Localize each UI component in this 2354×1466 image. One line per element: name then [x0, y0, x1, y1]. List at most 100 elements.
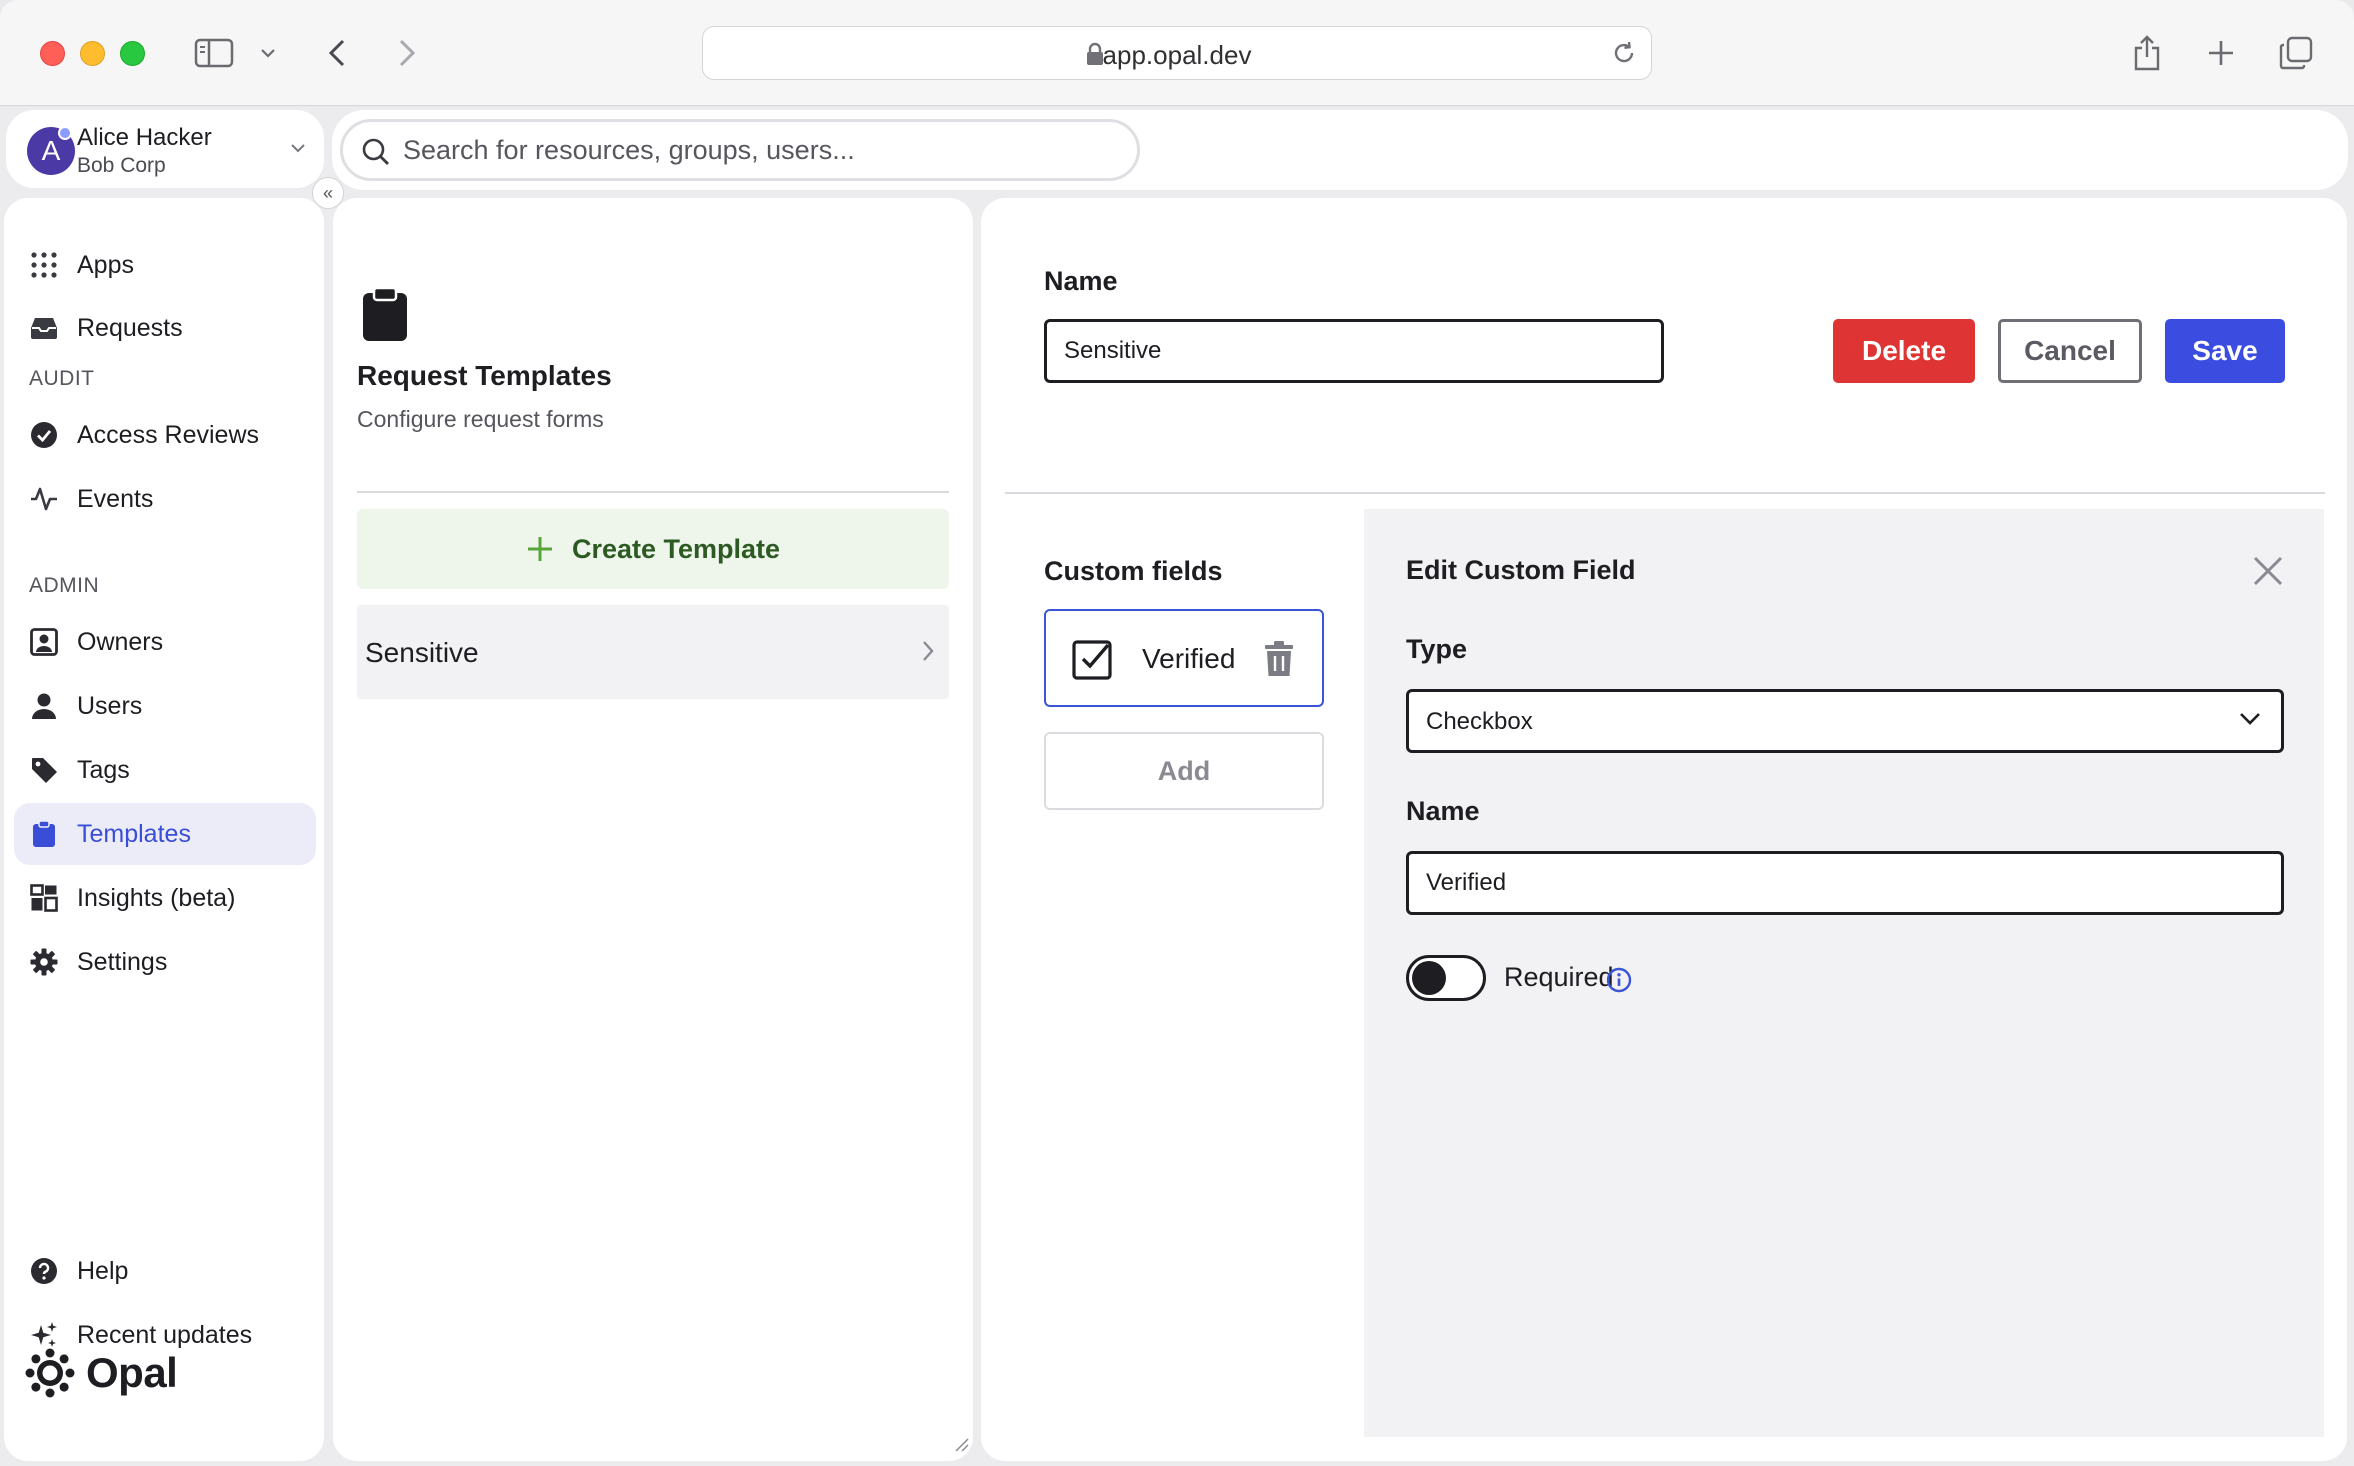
chevron-down-icon — [290, 140, 306, 158]
sidebar-item-label: Events — [77, 484, 154, 513]
sidebar-item-settings[interactable]: Settings — [14, 931, 316, 993]
template-editor-panel: Name Delete Cancel Save Custom fields Ve… — [981, 198, 2347, 1461]
sidebar-toggle-icon[interactable] — [192, 28, 236, 78]
browser-chrome: app.opal.dev — [0, 0, 2354, 106]
status-dot — [58, 126, 72, 140]
type-select-value: Checkbox — [1426, 708, 1533, 735]
close-icon[interactable] — [2252, 555, 2284, 592]
share-icon[interactable] — [2130, 28, 2164, 78]
sidebar-item-label: Help — [77, 1256, 129, 1285]
sidebar-item-tags[interactable]: Tags — [14, 739, 316, 801]
required-toggle[interactable] — [1406, 955, 1486, 1001]
clipboard-icon — [30, 820, 58, 848]
app-shell: A Alice Hacker Bob Corp « Apps Reques — [0, 107, 2354, 1466]
trash-icon[interactable] — [1262, 640, 1296, 683]
toggle-knob — [1412, 961, 1446, 995]
sidebar-item-label: Templates — [77, 819, 191, 848]
custom-field-item[interactable]: Verified — [1044, 609, 1324, 707]
name-label: Name — [1044, 266, 1118, 296]
section-label-admin: ADMIN — [29, 574, 100, 597]
clipboard-icon — [361, 286, 409, 347]
required-label: Required — [1504, 962, 1614, 992]
edit-custom-field-title: Edit Custom Field — [1406, 555, 1636, 585]
custom-field-name: Verified — [1142, 643, 1236, 674]
cancel-button[interactable]: Cancel — [1998, 319, 2142, 383]
templates-panel: Request Templates Configure request form… — [333, 198, 973, 1461]
reload-icon[interactable] — [1611, 40, 1637, 71]
help-icon — [30, 1257, 58, 1285]
sidebar: Apps Requests AUDIT Access Reviews Event… — [4, 198, 324, 1461]
type-label: Type — [1406, 634, 1468, 664]
insights-icon — [30, 884, 58, 912]
search-box[interactable] — [340, 119, 1140, 181]
delete-button[interactable]: Delete — [1833, 319, 1975, 383]
check-circle-icon — [30, 421, 58, 449]
collapse-sidebar-button[interactable]: « — [312, 177, 344, 209]
sidebar-item-label: Apps — [77, 250, 134, 279]
gear-icon — [30, 948, 58, 976]
section-label-audit: AUDIT — [29, 367, 95, 390]
edit-custom-field-pane: Edit Custom Field Type Checkbox Name Req… — [1364, 509, 2324, 1437]
chevron-down-icon[interactable] — [256, 28, 280, 78]
page-subtitle: Configure request forms — [357, 406, 604, 432]
plus-icon — [527, 537, 552, 561]
type-select[interactable]: Checkbox — [1406, 689, 2284, 753]
save-button[interactable]: Save — [2165, 319, 2285, 383]
sidebar-item-label: Insights (beta) — [77, 883, 236, 912]
chevron-down-icon — [2239, 712, 2261, 731]
template-name-input[interactable] — [1047, 322, 1661, 380]
divider — [1005, 492, 2325, 494]
resize-handle-icon[interactable] — [953, 1436, 969, 1457]
opal-logo: Opal — [24, 1347, 178, 1399]
brand-name: Opal — [86, 1349, 178, 1396]
owner-badge-icon — [30, 628, 58, 656]
field-name-field[interactable] — [1406, 851, 2284, 915]
add-custom-field-button[interactable]: Add — [1044, 732, 1324, 810]
list-item[interactable]: Sensitive — [357, 605, 949, 699]
custom-fields-label: Custom fields — [1044, 556, 1223, 586]
sidebar-item-apps[interactable]: Apps — [14, 234, 316, 296]
divider — [357, 491, 949, 493]
sidebar-item-label: Access Reviews — [77, 420, 259, 449]
back-icon[interactable] — [322, 28, 352, 78]
sidebar-item-events[interactable]: Events — [14, 468, 316, 530]
address-bar[interactable]: app.opal.dev — [702, 26, 1652, 80]
info-icon[interactable] — [1606, 967, 1632, 998]
zoom-window-button[interactable] — [120, 41, 145, 66]
sidebar-item-help[interactable]: Help — [14, 1240, 316, 1302]
page-title: Request Templates — [357, 360, 612, 391]
sidebar-item-access-reviews[interactable]: Access Reviews — [14, 404, 316, 466]
user-org: Bob Corp — [77, 154, 166, 177]
sidebar-item-insights[interactable]: Insights (beta) — [14, 867, 316, 929]
checkbox-icon — [1072, 637, 1116, 686]
search-bar-container — [332, 110, 2348, 190]
tag-icon — [30, 756, 58, 784]
create-template-button[interactable]: Create Template — [357, 509, 949, 589]
template-name-field[interactable] — [1044, 319, 1664, 383]
sidebar-item-label: Owners — [77, 627, 164, 656]
close-window-button[interactable] — [40, 41, 65, 66]
sidebar-item-label: Tags — [77, 755, 130, 784]
url-text: app.opal.dev — [1102, 40, 1252, 70]
apps-grid-icon — [30, 251, 58, 279]
chevron-right-icon — [921, 639, 935, 668]
tab-overview-icon[interactable] — [2278, 28, 2314, 78]
forward-icon[interactable] — [392, 28, 422, 78]
sidebar-item-templates[interactable]: Templates — [14, 803, 316, 865]
field-name-label: Name — [1406, 796, 1480, 826]
user-name: Alice Hacker — [77, 124, 212, 151]
sidebar-item-label: Recent updates — [77, 1320, 253, 1349]
template-name: Sensitive — [365, 637, 479, 668]
sidebar-item-label: Requests — [77, 313, 183, 342]
new-tab-icon[interactable] — [2204, 28, 2238, 78]
sidebar-item-requests[interactable]: Requests — [14, 297, 316, 359]
minimize-window-button[interactable] — [80, 41, 105, 66]
activity-icon — [30, 485, 58, 513]
field-name-input[interactable] — [1409, 854, 2281, 912]
search-input[interactable] — [403, 132, 1103, 168]
user-switcher[interactable]: A Alice Hacker Bob Corp — [6, 110, 324, 188]
inbox-icon — [30, 314, 58, 342]
sidebar-item-label: Users — [77, 691, 143, 720]
sidebar-item-owners[interactable]: Owners — [14, 611, 316, 673]
sidebar-item-users[interactable]: Users — [14, 675, 316, 737]
